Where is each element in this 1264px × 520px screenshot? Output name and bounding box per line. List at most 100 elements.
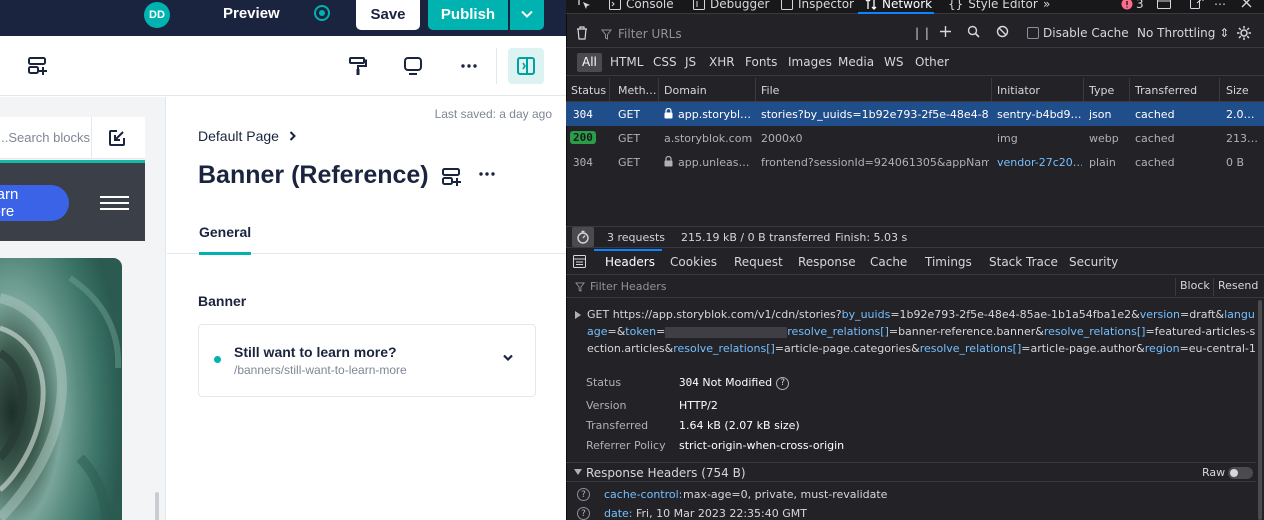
search-icon[interactable] xyxy=(967,25,980,38)
block-search-input[interactable]: Search blocks... xyxy=(0,130,90,145)
pause-icon[interactable]: | | xyxy=(915,26,930,40)
more-tabs-icon[interactable]: » xyxy=(1043,0,1050,11)
checkbox[interactable] xyxy=(1027,27,1039,39)
column-status[interactable]: Status xyxy=(571,84,606,97)
detail-scrollbar[interactable] xyxy=(1258,300,1262,520)
raw-toggle[interactable] xyxy=(1228,467,1253,479)
filter-urls-input[interactable]: Filter URLs xyxy=(601,27,682,41)
sidebar-toggle-icon[interactable] xyxy=(573,255,586,268)
devtools-menu-icon[interactable]: ⋯ xyxy=(1214,0,1226,11)
column-size[interactable]: Size xyxy=(1226,84,1249,97)
add-block-icon[interactable] xyxy=(441,167,463,187)
tab-stack-trace[interactable]: Stack Trace xyxy=(989,255,1058,269)
block-button[interactable]: Block xyxy=(1180,279,1210,292)
type-filter-other[interactable]: Other xyxy=(910,53,954,72)
network-icon xyxy=(865,0,877,10)
preview-scrollbar[interactable] xyxy=(155,492,159,520)
type-filter-media[interactable]: Media xyxy=(833,53,879,72)
learn-more-button[interactable]: Learn more xyxy=(0,185,69,221)
preview-toggle[interactable] xyxy=(314,5,330,21)
tab-cookies[interactable]: Cookies xyxy=(670,255,717,269)
tab-network-label: Network xyxy=(882,0,933,11)
block-title: Banner (Reference) xyxy=(198,161,429,189)
tab-network[interactable]: Network xyxy=(865,0,932,11)
block-icon[interactable] xyxy=(996,25,1009,38)
type-filter-images[interactable]: Images xyxy=(783,53,837,72)
url-param-key: resolve_relations[] xyxy=(787,325,889,338)
filter-headers-input[interactable]: Filter Headers xyxy=(575,280,667,293)
chevron-down-icon[interactable] xyxy=(502,354,514,362)
gear-icon[interactable] xyxy=(1236,25,1252,41)
tab-timings[interactable]: Timings xyxy=(925,255,972,269)
column-transferred[interactable]: Transferred xyxy=(1135,84,1197,97)
table-row[interactable]: 200 GET a.storyblok.com 2000x0 img webp … xyxy=(566,126,1264,150)
tab-headers[interactable]: Headers xyxy=(605,255,655,269)
request-count: 3 requests xyxy=(607,231,666,244)
add-icon[interactable] xyxy=(939,25,952,38)
version-key: Version xyxy=(586,399,627,412)
breadcrumb[interactable]: Default Page xyxy=(198,128,296,144)
help-icon[interactable]: ? xyxy=(776,376,790,390)
publish-button[interactable]: Publish xyxy=(428,0,508,30)
avatar[interactable]: DD xyxy=(144,2,170,28)
tab-request[interactable]: Request xyxy=(734,255,783,269)
disable-cache-checkbox[interactable]: Disable Cache xyxy=(1027,26,1129,40)
tab-response[interactable]: Response xyxy=(798,255,856,269)
initiator-link[interactable]: vendor-27c20… xyxy=(997,156,1082,169)
table-row[interactable]: 304 GET app.unleas… frontend?sessionId=9… xyxy=(566,150,1264,174)
error-count[interactable]: 3 xyxy=(1121,0,1144,11)
type-filter-all[interactable]: All xyxy=(577,53,602,72)
insert-block-icon[interactable] xyxy=(108,129,126,147)
throttling-select[interactable]: No Throttling ⇕ xyxy=(1137,26,1229,40)
tab-console[interactable]: Console xyxy=(609,0,674,11)
resend-button[interactable]: Resend xyxy=(1218,279,1258,292)
more-options-icon[interactable] xyxy=(479,172,495,176)
column-initiator[interactable]: Initiator xyxy=(997,84,1040,97)
dock-icon[interactable] xyxy=(1157,0,1171,9)
panel-toggle-button[interactable] xyxy=(508,48,544,84)
paint-roller-icon[interactable] xyxy=(346,54,370,78)
tab-general[interactable]: General xyxy=(199,224,251,255)
type-filter-ws[interactable]: WS xyxy=(879,53,908,72)
publish-options-button[interactable] xyxy=(510,0,544,30)
type-filter-html[interactable]: HTML xyxy=(605,53,648,72)
add-block-icon[interactable] xyxy=(26,54,50,78)
column-domain[interactable]: Domain xyxy=(664,84,707,97)
filter-urls-placeholder: Filter URLs xyxy=(618,27,682,41)
header-value: Fri, 10 Mar 2023 22:35:40 GMT xyxy=(636,507,807,520)
breadcrumb-item[interactable]: Default Page xyxy=(198,128,279,144)
tab-inspector[interactable]: Inspector xyxy=(781,0,854,11)
comment-icon[interactable] xyxy=(401,54,425,78)
column-method[interactable]: Meth… xyxy=(618,84,657,97)
tab-style-editor[interactable]: {} Style Editor xyxy=(948,0,1038,11)
url-method: GET xyxy=(587,308,610,321)
response-headers-section[interactable]: Response Headers (754 B) Raw xyxy=(566,462,1256,482)
tab-security[interactable]: Security xyxy=(1069,255,1118,269)
menu-icon[interactable] xyxy=(100,196,129,211)
tab-cache[interactable]: Cache xyxy=(870,255,907,269)
type-filter-js[interactable]: JS xyxy=(680,53,701,72)
initiator: sentry-b4bd9… xyxy=(997,108,1082,121)
help-icon[interactable]: ? xyxy=(577,488,590,501)
url-param-key: resolve_relations[] xyxy=(673,342,775,355)
type-filter-xhr[interactable]: XHR xyxy=(704,53,740,72)
type-filter-fonts[interactable]: Fonts xyxy=(740,53,782,72)
save-button[interactable]: Save xyxy=(356,0,420,30)
domain: app.unleas… xyxy=(678,156,750,169)
popout-icon[interactable] xyxy=(1190,0,1204,9)
help-icon[interactable]: ? xyxy=(577,507,590,520)
type-filter-css[interactable]: CSS xyxy=(648,53,682,72)
element-picker-icon[interactable] xyxy=(578,0,592,11)
column-type[interactable]: Type xyxy=(1089,84,1114,97)
column-file[interactable]: File xyxy=(761,84,779,97)
tab-debugger[interactable]: Debugger xyxy=(693,0,769,11)
detail-tabs: Headers Cookies Request Response Cache T… xyxy=(566,249,1264,275)
reference-card[interactable]: Still want to learn more? /banners/still… xyxy=(198,324,536,397)
collapse-icon[interactable] xyxy=(574,469,582,475)
close-icon[interactable] xyxy=(1241,0,1252,8)
table-row[interactable]: 304 GET app.storybl… stories?by_uuids=1b… xyxy=(566,102,1264,126)
performance-icon[interactable] xyxy=(572,227,594,247)
trash-icon[interactable] xyxy=(576,26,588,40)
more-options-icon[interactable] xyxy=(457,54,481,78)
url-param-value: = xyxy=(656,325,666,338)
